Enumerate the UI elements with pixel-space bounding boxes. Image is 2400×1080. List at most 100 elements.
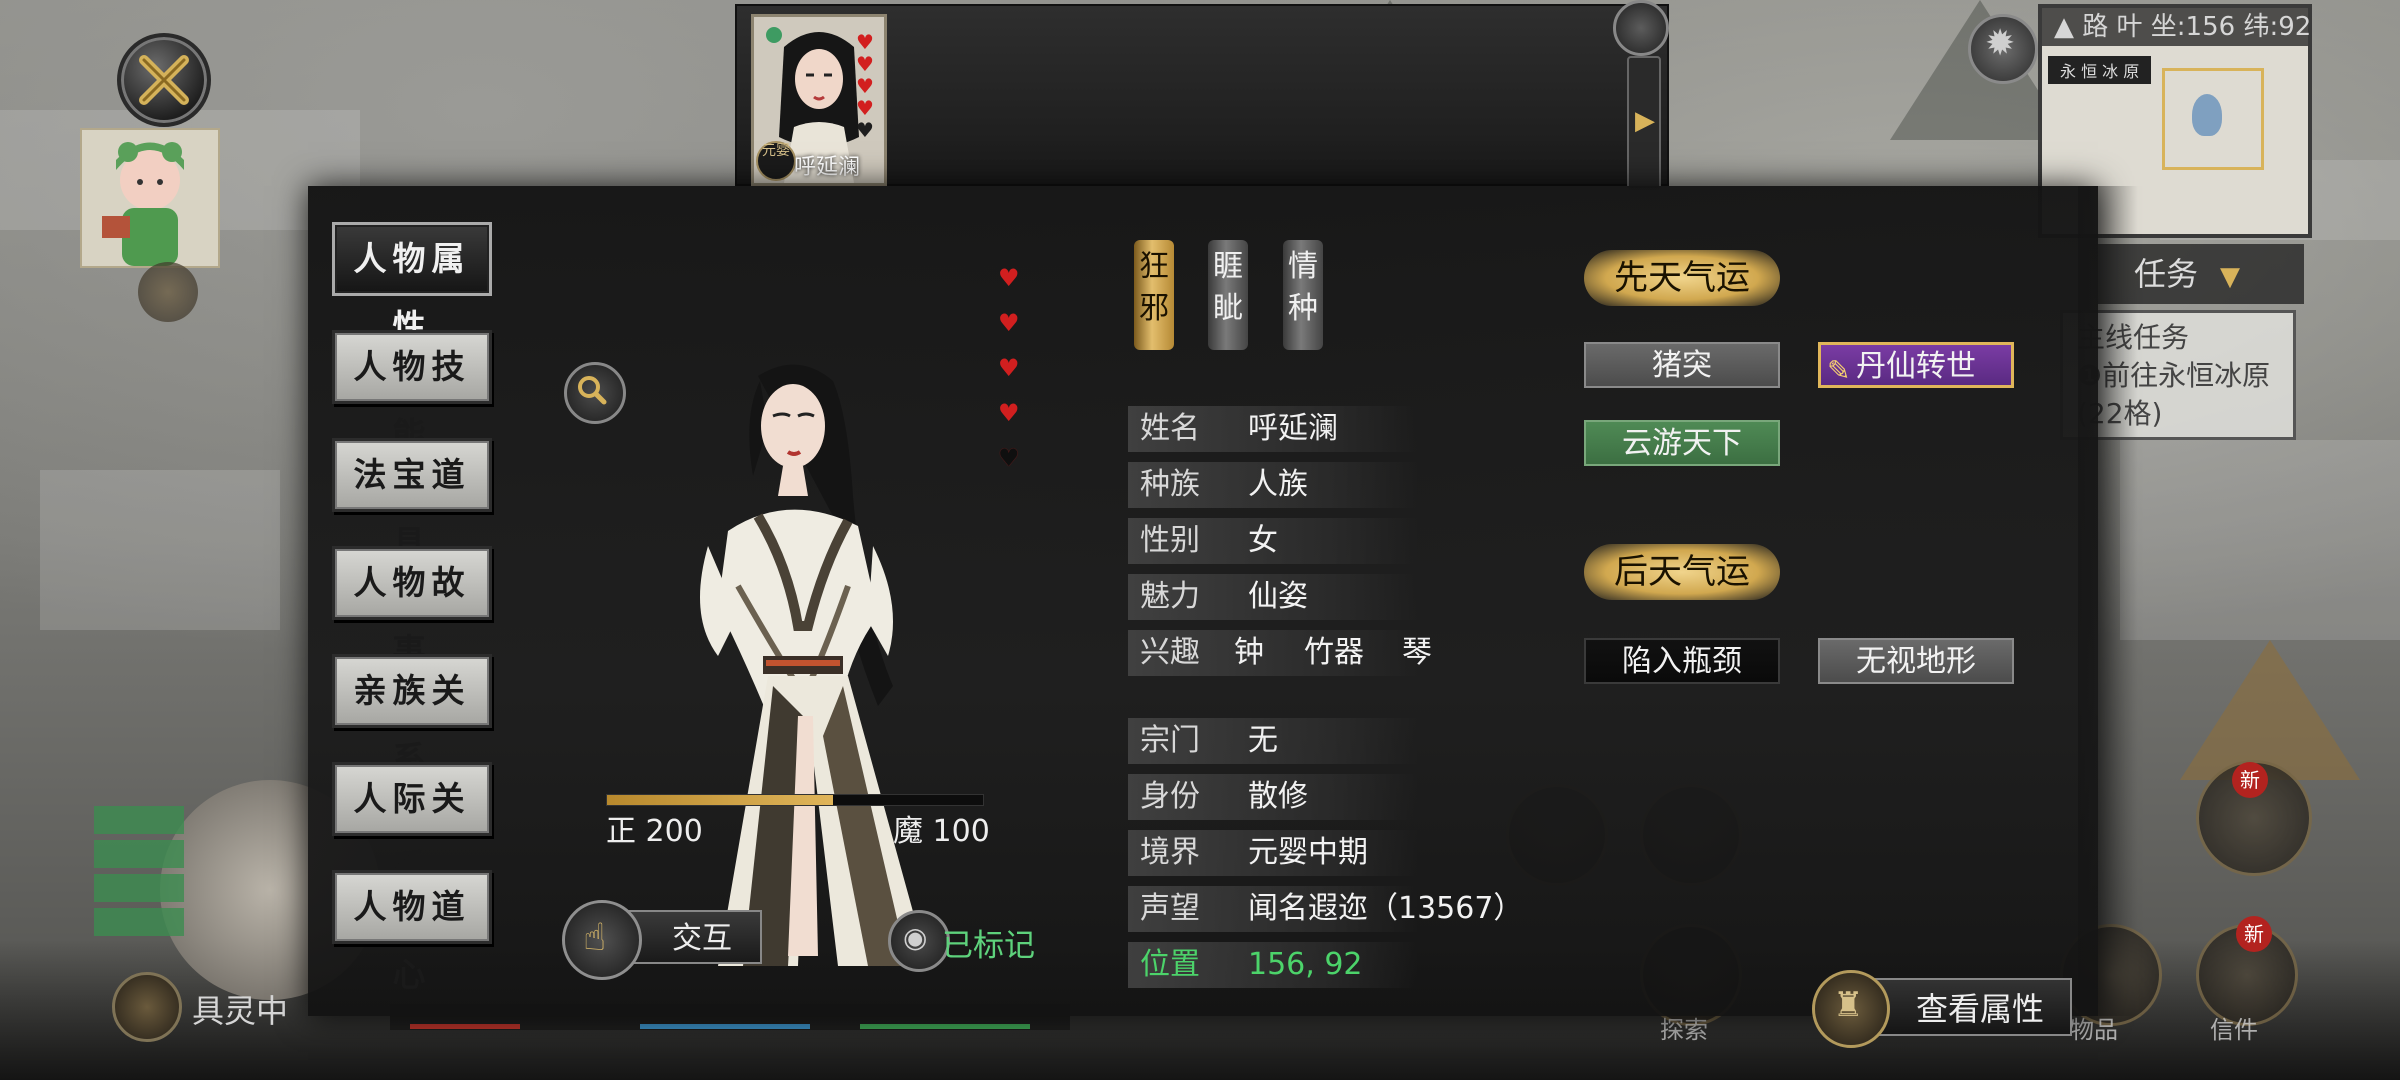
info-row-gender: 性别 女 [1128,518,1418,564]
luck-trait[interactable]: 陷入瓶颈 [1584,638,1780,684]
info-value: 闻名遐迩（13567） [1248,891,1524,926]
interact-button[interactable]: ☝ 交互 [562,900,770,980]
character-card[interactable]: ♥ ♥ ♥ ♥ ♥ 元婴 呼延澜 [751,14,887,186]
info-row-race: 种族 人族 [1128,462,1418,508]
affinity-hearts: ♥ ♥ ♥ ♥ ♥ [998,266,1028,491]
luck-trait[interactable]: 猪突 [1584,342,1780,388]
info-value: 元婴中期 [1248,835,1368,870]
close-icon [139,55,189,105]
hand-pointer-icon: ☝ [583,915,607,959]
view-attributes-button[interactable]: ♜ 查看属性 [1812,970,2072,1048]
luck-trait[interactable]: 无视地形 [1818,638,2014,684]
tab-social-relations[interactable]: 人际关系 [332,762,492,886]
info-row-name: 姓名 呼延澜 [1128,406,1418,452]
hud-label: 信件 [2210,1016,2258,1044]
trait-char: 眦 [1213,291,1243,326]
tab-character-skills[interactable]: 人物技能 [332,330,492,454]
acquired-luck-title: 后天气运 [1584,544,1780,600]
stamina-bar [860,1024,1030,1029]
new-badge: 新 [2232,762,2268,798]
character-card-name: 呼延澜 [794,155,861,180]
info-key: 性别 [1140,523,1200,558]
innate-luck-title: 先天气运 [1584,250,1780,306]
demonic-value: 魔 100 [893,814,990,849]
new-badge: 新 [2236,916,2272,952]
info-row-charm: 魅力 仙姿 [1128,574,1418,620]
heart-icon: ♥ [856,74,874,98]
righteous-fill [607,795,833,805]
tab-treasures-items[interactable]: 法宝道具 [332,438,492,562]
hobby-item: 琴 [1402,635,1432,670]
info-key: 魅力 [1140,579,1200,614]
rune-icon: ✎ [1827,354,1851,387]
hud-status-text: 具灵中 [192,992,289,1030]
mark-button[interactable]: ◉ 已标记 [888,910,1088,972]
minimap-header: ▲ 路 叶 坐:156 纬:92 [2042,8,2311,46]
people-list-button[interactable] [1613,0,1669,56]
meditation-figure-icon: ♜ [1833,985,1864,1025]
info-row-sect: 宗门 无 [1128,718,1418,764]
info-row-fame: 声望 闻名遐迩（13567） [1128,886,1523,932]
heart-empty-icon: ♥ [998,444,1020,472]
info-key: 姓名 [1140,411,1200,446]
tab-dao-heart[interactable]: 人物道心 [332,870,492,994]
character-strip: ♥ ♥ ♥ ♥ ♥ 元婴 呼延澜 ▶ [735,0,1669,190]
minimap-location-tag: 永 恒 冰 原 [2048,56,2152,84]
gear-icon: ✹ [1985,23,2016,64]
info-value: 156, 92 [1248,947,1363,982]
marked-label: 已标记 [942,928,1035,964]
search-icon [578,376,607,405]
realm-badge: 元婴 [756,141,796,181]
trait-badge-qingzhong[interactable]: 情 种 [1283,240,1323,350]
trait-char: 睚 [1213,249,1243,284]
map-tile [40,470,280,630]
info-row-identity: 身份 散修 [1128,774,1418,820]
player-avatar-image [82,130,218,266]
heart-empty-icon: ♥ [856,118,874,142]
heart-icon: ♥ [998,264,1020,292]
tab-family-relations[interactable]: 亲族关系 [332,654,492,778]
mp-bar [640,1024,810,1029]
interact-icon-circle: ☝ [562,900,642,980]
minimap-location-icon [2192,94,2222,136]
hud-tag [94,806,184,834]
eye-icon: ◉ [903,921,928,954]
arrow-right-icon: ▶ [1635,106,1655,136]
map-marker-icon [138,262,198,322]
info-key: 位置 [1140,947,1200,982]
character-info-panel: 人物属性 人物技能 法宝道具 人物故事 亲族关系 人际关系 人物道心 ♥ ♥ ♥ [308,186,2138,1016]
task-tab-label: 任务 [2134,255,2199,293]
info-row-position: 位置 156, 92 [1128,942,1418,988]
trait-char: 种 [1288,291,1318,326]
hud-tag [94,840,184,868]
info-row-hobby: 兴趣 钟 竹器 琴 [1128,630,1432,676]
tab-character-story[interactable]: 人物故事 [332,546,492,670]
settings-button[interactable]: ✹ [1968,14,2038,84]
hud-status-icon [112,972,182,1042]
info-key: 身份 [1140,779,1200,814]
info-value: 女 [1248,523,1278,558]
info-key: 宗门 [1140,723,1200,758]
info-row-realm: 境界 元婴中期 [1128,830,1418,876]
tab-character-attributes[interactable]: 人物属性 [332,222,492,346]
hud-tags [94,806,184,942]
luck-trait[interactable]: ✎ 丹仙转世 [1818,342,2014,388]
zoom-button[interactable] [564,362,626,424]
trait-char: 邪 [1139,291,1169,326]
info-key: 境界 [1140,835,1200,870]
alignment-bar [606,794,984,806]
hobby-item: 竹器 [1304,635,1364,670]
heart-icon: ♥ [856,96,874,120]
luck-trait[interactable]: 云游天下 [1584,420,1780,466]
player-avatar[interactable] [80,128,220,268]
heart-icon: ♥ [856,52,874,76]
info-value: 无 [1248,723,1278,758]
trait-badge-yazi[interactable]: 睚 眦 [1208,240,1248,350]
strip-next-button[interactable]: ▶ [1627,56,1661,190]
hobby-item: 钟 [1234,635,1264,670]
character-portrait [700,364,928,966]
info-value: 散修 [1248,779,1308,814]
trait-char: 情 [1288,249,1318,284]
trait-badge-kuangxie[interactable]: 狂 邪 [1134,240,1174,350]
close-button[interactable] [117,33,211,127]
